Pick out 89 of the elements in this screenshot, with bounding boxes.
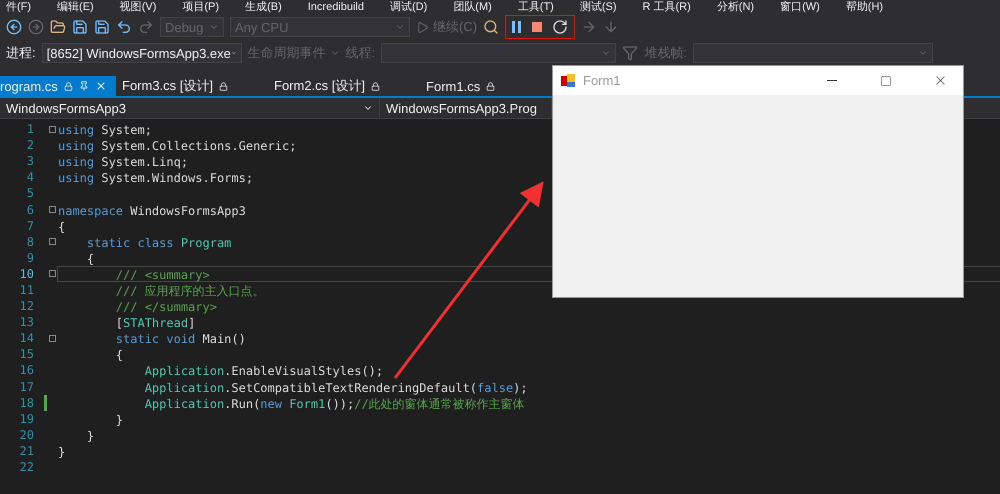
line-number: 10 xyxy=(18,266,34,281)
undo-icon[interactable] xyxy=(116,19,132,35)
line-number: 19 xyxy=(18,412,34,426)
code-line: Application.SetCompatibleTextRenderingDefault(false); xyxy=(144,380,529,395)
code-line: Application.EnableVisualStyles(); xyxy=(144,363,384,378)
code-line: /// 应用程序的主入口点。 xyxy=(114,282,266,298)
project-dropdown[interactable]: WindowsFormsApp3 xyxy=(0,98,380,118)
pin-icon[interactable] xyxy=(78,81,89,91)
thread-label: 线程: xyxy=(346,44,376,62)
menu-item[interactable]: 测试(S) xyxy=(580,1,616,13)
line-number: 11 xyxy=(18,282,34,297)
menu-item[interactable]: R 工具(R) xyxy=(642,1,691,13)
code-line: } xyxy=(114,412,124,427)
document-tab[interactable]: Form1.cs xyxy=(420,76,536,96)
line-number: 17 xyxy=(18,380,34,394)
code-line: using System.Windows.Forms; xyxy=(57,170,254,186)
menu-item[interactable]: 件(F) xyxy=(6,1,32,13)
play-icon xyxy=(416,20,429,34)
code-line: using System; xyxy=(57,122,153,138)
line-number: 9 xyxy=(26,250,34,265)
save-all-icon[interactable] xyxy=(94,19,110,35)
menu-item[interactable]: 视图(V) xyxy=(120,1,156,13)
menu-item[interactable]: Incredibuild xyxy=(308,1,364,13)
fold-toggle[interactable] xyxy=(48,126,56,133)
line-number: 5 xyxy=(26,186,34,200)
menu-item[interactable]: 项目(P) xyxy=(182,1,220,13)
line-number: 18 xyxy=(18,396,34,410)
line-number: 6 xyxy=(26,202,34,217)
code-line: using System.Collections.Generic; xyxy=(57,138,298,154)
line-number: 7 xyxy=(26,218,34,233)
lock-icon xyxy=(219,82,228,90)
code-line: namespace WindowsFormsApp3 xyxy=(57,202,247,218)
fold-toggle[interactable] xyxy=(48,334,56,342)
line-number: 16 xyxy=(18,363,34,378)
maximize-icon xyxy=(880,74,892,86)
minimize-icon xyxy=(827,80,837,81)
document-tab[interactable]: rogram.cs xyxy=(0,76,116,96)
code-line: /// </summary> xyxy=(114,299,218,314)
form-icon xyxy=(561,74,575,88)
menu-item[interactable]: 生成(B) xyxy=(245,1,282,13)
line-number: 12 xyxy=(18,299,34,314)
line-number: 2 xyxy=(26,138,34,152)
line-number: 13 xyxy=(18,315,34,330)
menu-item[interactable]: 窗口(W) xyxy=(780,1,820,13)
code-line: { xyxy=(57,218,66,234)
window-title: Form1 xyxy=(583,73,622,88)
menu-item[interactable]: 分析(N) xyxy=(716,1,754,13)
code-line: } xyxy=(57,444,66,459)
close-icon[interactable] xyxy=(94,80,107,92)
line-number: 20 xyxy=(18,428,34,442)
code-line: } xyxy=(86,428,96,443)
code-line: Application.Run(new Form1());//此处的窗体通常被称作主窗体 xyxy=(144,396,526,411)
line-number: 14 xyxy=(18,331,34,346)
find-icon[interactable] xyxy=(483,19,500,35)
code-line: static class Program xyxy=(86,234,232,250)
stack-frame-label: 堆栈帧: xyxy=(644,44,687,62)
menu-item[interactable]: 工具(T) xyxy=(518,1,554,13)
line-number: 3 xyxy=(26,154,34,168)
stop-icon[interactable] xyxy=(532,22,542,32)
line-number: 1 xyxy=(26,122,34,136)
code-line: using System.Linq; xyxy=(57,154,190,170)
code-line: { xyxy=(114,347,124,362)
line-number: 4 xyxy=(26,170,34,184)
code-line: [STAThread] xyxy=(114,315,196,330)
line-number: 21 xyxy=(18,444,34,458)
code-line: static void Main() xyxy=(114,331,247,346)
menu-item[interactable]: 编辑(E) xyxy=(57,1,94,13)
fold-toggle[interactable] xyxy=(48,206,56,214)
fold-toggle[interactable] xyxy=(48,270,56,278)
back-icon[interactable] xyxy=(6,19,22,35)
lock-icon xyxy=(371,82,380,90)
lock-icon xyxy=(486,82,496,90)
lock-icon xyxy=(64,82,73,90)
code-line: { xyxy=(86,250,96,266)
line-number: 15 xyxy=(18,347,34,362)
document-tab[interactable]: Form3.cs [设计] xyxy=(116,76,268,96)
line-number: 8 xyxy=(26,234,34,249)
save-icon[interactable] xyxy=(72,19,88,35)
menu-item[interactable]: 团队(M) xyxy=(453,1,492,13)
fold-toggle[interactable] xyxy=(48,238,56,246)
menu-item[interactable]: 调试(D) xyxy=(390,1,428,13)
document-tab[interactable]: Form2.cs [设计] xyxy=(268,76,420,96)
process-label: 进程: xyxy=(6,44,36,62)
line-number: 22 xyxy=(18,460,34,474)
restart-icon[interactable] xyxy=(552,19,568,35)
pause-icon[interactable] xyxy=(512,21,522,33)
process-dropdown[interactable]: [8652] WindowsFormsApp3.exe xyxy=(42,43,242,63)
open-folder-icon[interactable] xyxy=(50,19,66,35)
menu-item[interactable]: 帮助(H) xyxy=(846,1,884,13)
